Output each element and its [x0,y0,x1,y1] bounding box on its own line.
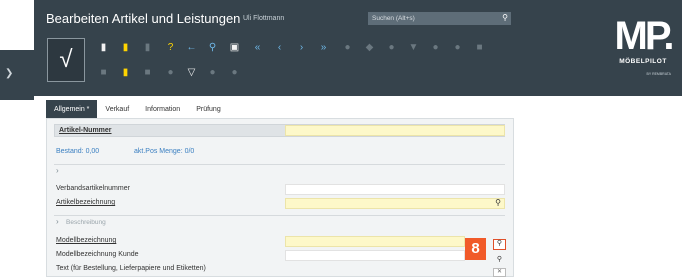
settings-icon[interactable]: ● [386,42,397,54]
left-strip [0,0,34,277]
calendar-icon[interactable]: ■ [142,67,153,79]
logo-mark: MP. [614,14,675,58]
next-icon[interactable]: › [296,42,307,54]
bestand-text: Bestand: 0,00 [56,148,100,155]
logo-brand: MÖBELPILOT [619,58,667,65]
app-header: Bearbeiten Artikel und Leistungen Uli Fl… [34,0,682,96]
filter-icon[interactable]: ▼ [408,42,419,54]
artikelbezeichnung-input[interactable] [286,200,504,209]
search-icon: ⚲ [496,240,503,247]
artikel-nummer-input[interactable] [286,127,504,136]
note-icon[interactable]: ▮ [120,42,131,54]
verbandsartikelnummer-field[interactable] [285,184,505,195]
search-icon[interactable]: ⚲ [495,198,501,207]
image-icon[interactable]: ■ [474,42,485,54]
flag-icon[interactable]: ▮ [120,67,131,79]
modellbezeichnung-label: Modellbezeichnung [56,237,117,244]
brush-icon[interactable]: ● [229,67,240,79]
tab-pruefung[interactable]: Prüfung [188,100,229,118]
edit-icon: ✕ [496,269,503,275]
artikel-nummer-field[interactable] [285,125,505,136]
logo-sub: BY REMBRATA [646,72,671,76]
modellbezeichnung-field[interactable] [285,236,465,247]
first-icon[interactable]: « [252,42,263,54]
main-content: Allgemein * Verkauf Information Prüfung … [34,96,682,277]
previous-icon[interactable]: ‹ [274,42,285,54]
grid-icon[interactable]: ■ [98,67,109,79]
search-icon: ⚲ [496,256,503,263]
moebelpilot-logo: MP. MÖBELPILOT BY REMBRATA [609,16,677,86]
modellbezeichnung-kunde-input[interactable] [286,252,464,261]
search-icon[interactable]: ⚲ [502,13,508,22]
shield-icon[interactable]: ● [165,67,176,79]
artikelbezeichnung-label: Artikelbezeichnung [56,199,116,206]
tab-bar: Allgemein * Verkauf Information Prüfung [46,100,229,118]
back-icon[interactable]: ← [186,42,197,54]
confirm-button[interactable]: √ [47,38,85,82]
delete-icon[interactable]: ▮ [142,42,153,54]
page-title: Bearbeiten Artikel und Leistungen [46,11,241,26]
tab-allgemein[interactable]: Allgemein * [46,100,98,118]
tab-information[interactable]: Information [137,100,188,118]
text-bestellung-label: Text (für Bestellung, Lieferpapiere und … [56,265,206,272]
chevron-right-icon: ❯ [5,68,14,79]
checkmark-icon: √ [59,46,73,73]
verbandsartikelnummer-label: Verbandsartikelnummer [56,185,130,192]
chevron-right-icon[interactable]: › [56,166,59,175]
user-name: Uli Flottmann [243,15,285,22]
new-document-icon[interactable]: ▮ [98,42,109,54]
divider [54,215,505,216]
form-panel: Artikel-Nummer Bestand: 0,00 akt.Pos Men… [46,118,514,277]
chevron-right-icon[interactable]: › [56,217,59,226]
modellbezeichnung-search-button[interactable]: ⚲ [493,239,506,250]
modellbezeichnung-kunde-search-button[interactable]: ⚲ [493,254,506,265]
beschreibung-section-label[interactable]: Beschreibung [66,219,106,226]
search-input[interactable] [368,12,488,25]
modellbezeichnung-input[interactable] [286,238,464,247]
step-badge: 8 [465,238,486,260]
record-icon[interactable]: ● [430,42,441,54]
divider [54,164,505,165]
tag-icon[interactable]: ◆ [364,42,375,54]
users-icon[interactable]: ● [342,42,353,54]
last-icon[interactable]: » [318,42,329,54]
link-icon[interactable]: ● [452,42,463,54]
search-icon[interactable]: ⚲ [207,42,218,54]
modellbezeichnung-kunde-label: Modellbezeichnung Kunde [56,251,139,258]
akt-pos-menge-text: akt.Pos Menge: 0/0 [134,148,195,155]
help-icon[interactable]: ? [165,42,176,54]
verbandsartikelnummer-input[interactable] [286,186,504,195]
artikelbezeichnung-field[interactable]: ⚲ [285,198,505,209]
artikel-nummer-label: Artikel-Nummer [59,127,112,134]
tab-verkauf[interactable]: Verkauf [97,100,137,118]
check-shield-icon[interactable]: ▽ [186,67,197,79]
print-icon[interactable]: ▣ [229,42,240,54]
sidebar-toggle[interactable]: ❯ [0,50,34,100]
globe-icon[interactable]: ● [207,67,218,79]
text-editor-button[interactable]: ✕ [493,268,506,277]
global-search: ⚲ [368,12,511,25]
modellbezeichnung-kunde-field[interactable] [285,250,465,261]
